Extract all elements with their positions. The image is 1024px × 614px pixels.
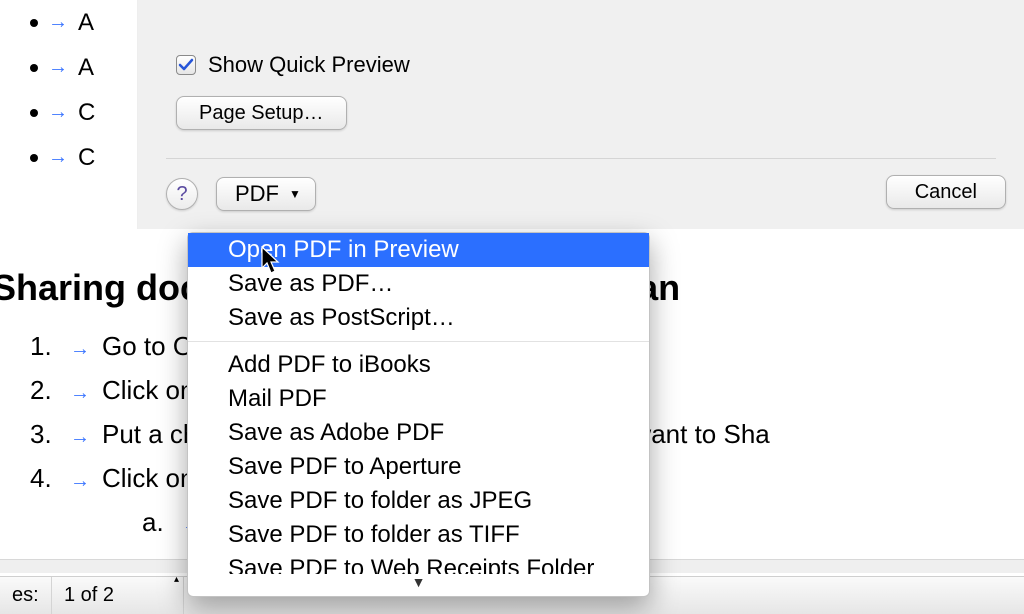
dialog-divider [166,158,996,159]
menu-label: Save PDF to Web Receipts Folder [228,555,594,574]
menu-label: Save as PDF… [228,270,393,297]
bullet-icon [30,109,38,117]
bullet-icon [30,19,38,27]
menu-item-web-receipts[interactable]: Save PDF to Web Receipts Folder [188,552,649,574]
tab-arrow-icon: → [70,334,90,365]
bullet-char: C [78,144,95,172]
show-quick-preview-checkbox[interactable] [176,55,196,75]
menu-separator [188,341,649,342]
dialog-bottom-row: ? PDF ▼ Cancel [138,177,1024,211]
menu-label: Add PDF to iBooks [228,351,431,378]
page-setup-button[interactable]: Page Setup… [176,96,347,130]
chevron-down-icon: ▼ [289,187,301,201]
menu-item-add-to-ibooks[interactable]: Add PDF to iBooks [188,348,649,382]
menu-item-mail-pdf[interactable]: Mail PDF [188,382,649,416]
bullet-icon [30,64,38,72]
status-left-cell: es: [0,577,52,614]
status-page-text: 1 of 2 [64,584,114,607]
menu-scroll-down-icon[interactable]: ▼ [188,574,649,590]
menu-item-save-folder-tiff[interactable]: Save PDF to folder as TIFF [188,518,649,552]
status-page-cell[interactable]: 1 of 2 ▴ [52,577,184,614]
background-bullet-list: → A → A → C → C [30,0,95,180]
menu-item-open-in-preview[interactable]: Open PDF in Preview [188,233,649,267]
bullet-icon [30,154,38,162]
tab-arrow-icon: → [48,101,68,124]
status-left-label: es: [12,584,39,607]
cancel-label: Cancel [915,181,977,204]
show-quick-preview-row: Show Quick Preview [176,52,996,78]
caret-up-icon: ▴ [174,574,179,585]
list-item: → A [30,0,95,45]
menu-item-save-as-postscript[interactable]: Save as PostScript… [188,301,649,335]
bullet-char: A [78,9,94,37]
menu-item-save-adobe-pdf[interactable]: Save as Adobe PDF [188,416,649,450]
pdf-dropdown-menu: Open PDF in Preview Save as PDF… Save as… [187,232,650,597]
menu-label: Save PDF to folder as JPEG [228,487,532,514]
help-icon: ? [176,183,187,206]
menu-label: Save as Adobe PDF [228,419,444,446]
menu-item-save-folder-jpeg[interactable]: Save PDF to folder as JPEG [188,484,649,518]
bullet-char: C [78,99,95,127]
menu-label: Mail PDF [228,385,327,412]
menu-label: Save PDF to Aperture [228,453,461,480]
menu-label: Save PDF to folder as TIFF [228,521,520,548]
list-item: → C [30,90,95,135]
pdf-dropdown-button[interactable]: PDF ▼ [216,177,316,211]
tab-arrow-icon: → [48,11,68,34]
page-setup-label: Page Setup… [199,102,324,125]
list-item: → C [30,135,95,180]
tab-arrow-icon: → [70,466,90,497]
pdf-button-label: PDF [235,181,279,207]
tab-arrow-icon: → [70,422,90,453]
bullet-char: A [78,54,94,82]
menu-label: Open PDF in Preview [228,236,459,263]
tab-arrow-icon: → [48,146,68,169]
tab-arrow-icon: → [70,378,90,409]
menu-label: Save as PostScript… [228,304,455,331]
list-item: → A [30,45,95,90]
print-dialog: 1 of 2 Show Quick Preview Page Setup… ? … [137,0,1024,229]
menu-item-save-to-aperture[interactable]: Save PDF to Aperture [188,450,649,484]
cancel-button[interactable]: Cancel [886,175,1006,209]
help-button[interactable]: ? [166,178,198,210]
tab-arrow-icon: → [48,56,68,79]
menu-item-save-as-pdf[interactable]: Save as PDF… [188,267,649,301]
show-quick-preview-label: Show Quick Preview [208,52,410,78]
